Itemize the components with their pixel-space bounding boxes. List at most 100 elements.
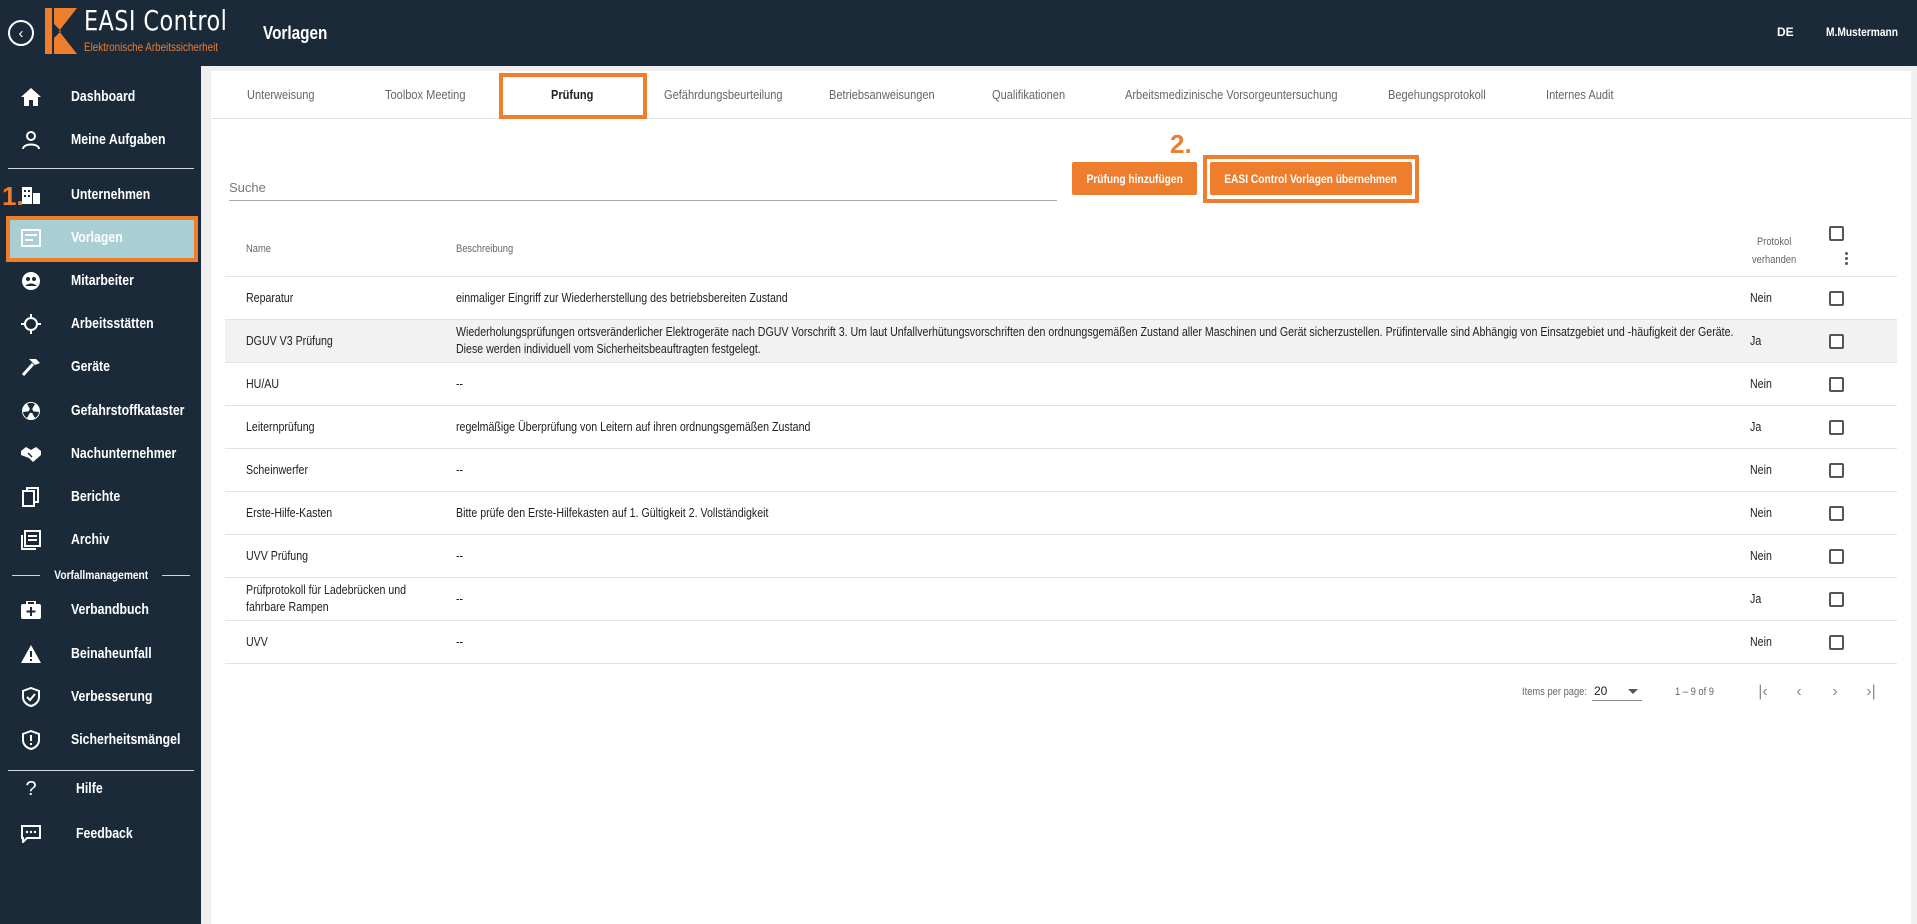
sidebar-item-dashboard[interactable]: Dashboard [0, 79, 201, 115]
user-menu[interactable]: M.Mustermann [1826, 25, 1898, 39]
sidebar-item-label: Sicherheitsmängel [71, 731, 181, 748]
row-checkbox[interactable] [1829, 334, 1844, 349]
row-checkbox[interactable] [1829, 291, 1844, 306]
sidebar-item-label: Verbandbuch [71, 601, 149, 618]
sidebar-item-meine-aufgaben[interactable]: Meine Aufgaben [0, 122, 201, 158]
sidebar: Dashboard Meine Aufgaben Unternehmen Vor… [0, 66, 201, 924]
row-checkbox[interactable] [1829, 592, 1844, 607]
sidebar-item-label: Beinaheunfall [71, 645, 152, 662]
cell-protocol: Nein [1750, 291, 1772, 305]
column-header-protocol-line2: verhanden [1752, 254, 1797, 266]
crosshair-icon [20, 313, 42, 335]
cell-name: Leiternprüfung [246, 420, 315, 434]
row-checkbox[interactable] [1829, 635, 1844, 650]
items-per-page-label: Items per page: [1522, 686, 1587, 698]
sidebar-item-feedback[interactable]: Feedback [0, 816, 201, 852]
next-page-icon[interactable]: › [1823, 680, 1847, 704]
adopt-templates-button[interactable]: EASI Control Vorlagen übernehmen [1210, 162, 1412, 195]
table-row[interactable]: Leiternprüfung regelmäßige Überprüfung v… [225, 406, 1897, 449]
last-page-icon[interactable]: ›| [1859, 680, 1883, 704]
table-row[interactable]: Scheinwerfer -- Nein [225, 449, 1897, 492]
row-checkbox[interactable] [1829, 549, 1844, 564]
table-row[interactable]: HU/AU -- Nein [225, 363, 1897, 406]
language-selector[interactable]: DE [1777, 25, 1794, 39]
cell-description: regelmäßige Überprüfung von Leitern auf … [456, 420, 811, 434]
table-row[interactable]: DGUV V3 Prüfung Wiederholungsprüfungen o… [225, 320, 1897, 363]
home-icon [20, 86, 42, 108]
sidebar-item-mitarbeiter[interactable]: Mitarbeiter [0, 263, 201, 299]
content-card: Unterweisung Toolbox Meeting Prüfung Gef… [211, 71, 1911, 924]
tab-qualifikationen[interactable]: Qualifikationen [992, 87, 1065, 102]
sidebar-item-label: Meine Aufgaben [71, 131, 166, 148]
section-title-vorfallmanagement: Vorfallmanagement [12, 568, 191, 582]
cell-protocol: Ja [1750, 420, 1762, 434]
sidebar-item-verbesserung[interactable]: Verbesserung [0, 679, 201, 715]
cell-description: -- [456, 635, 464, 649]
table-row[interactable]: Reparatur einmaliger Eingriff zur Wieder… [225, 277, 1897, 320]
sidebar-item-unternehmen[interactable]: Unternehmen [0, 177, 201, 213]
column-header-description[interactable]: Beschreibung [456, 243, 513, 255]
previous-page-icon[interactable]: ‹ [1787, 680, 1811, 704]
tab-toolbox-meeting[interactable]: Toolbox Meeting [385, 87, 465, 102]
cell-protocol: Nein [1750, 377, 1772, 391]
row-checkbox[interactable] [1829, 377, 1844, 392]
table-row[interactable]: UVV -- Nein [225, 621, 1897, 664]
shield-check-icon [20, 686, 42, 708]
tab-internes-audit[interactable]: Internes Audit [1546, 87, 1614, 102]
sidebar-item-verbandbuch[interactable]: Verbandbuch [0, 592, 201, 628]
first-page-icon[interactable]: |‹ [1751, 680, 1775, 704]
sidebar-item-label: Verbesserung [71, 688, 153, 705]
column-header-protocol-line1: Protokol [1757, 236, 1792, 248]
top-bar: ‹ EASI Control Elektronische Arbeitssich… [0, 0, 1917, 66]
add-pruefung-button[interactable]: Prüfung hinzufügen [1072, 162, 1197, 195]
sidebar-item-gefahrstoffkataster[interactable]: Gefahrstoffkataster [0, 393, 201, 429]
dropdown-arrow-icon [1628, 689, 1638, 694]
tab-pruefung[interactable]: Prüfung [551, 87, 593, 102]
sidebar-item-label: Arbeitsstätten [71, 315, 154, 332]
sidebar-item-geraete[interactable]: Geräte [0, 349, 201, 385]
cell-name: Scheinwerfer [246, 463, 309, 477]
tab-begehungsprotokoll[interactable]: Begehungsprotokoll [1388, 87, 1486, 102]
row-checkbox[interactable] [1829, 463, 1844, 478]
sidebar-item-vorlagen[interactable]: Vorlagen [10, 220, 195, 258]
documents-icon [20, 486, 42, 508]
adopt-templates-button-label: EASI Control Vorlagen übernehmen [1224, 171, 1398, 186]
sidebar-item-archiv[interactable]: Archiv [0, 522, 201, 558]
cell-description: -- [456, 592, 464, 606]
sidebar-item-label: Nachunternehmer [71, 445, 177, 462]
sidebar-item-label: Mitarbeiter [71, 272, 134, 289]
page-size-select[interactable]: 20 [1592, 683, 1642, 701]
question-icon: ? [25, 777, 37, 800]
sidebar-item-beinaheunfall[interactable]: Beinaheunfall [0, 636, 201, 672]
cell-name: UVV Prüfung [246, 549, 309, 563]
cell-name: Erste-Hilfe-Kasten [246, 506, 333, 520]
search-input[interactable] [229, 175, 1057, 201]
tab-gefaehrdungsbeurteilung[interactable]: Gefährdungsbeurteilung [664, 87, 783, 102]
sidebar-item-arbeitsstaetten[interactable]: Arbeitsstätten [0, 306, 201, 342]
sidebar-item-berichte[interactable]: Berichte [0, 479, 201, 515]
sidebar-item-nachunternehmer[interactable]: Nachunternehmer [0, 436, 201, 472]
select-all-checkbox[interactable] [1829, 226, 1844, 241]
row-checkbox[interactable] [1829, 420, 1844, 435]
sidebar-item-hilfe[interactable]: ? Hilfe [0, 771, 201, 807]
sidebar-item-sicherheitsmaengel[interactable]: Sicherheitsmängel [0, 722, 201, 758]
person-icon [20, 129, 42, 151]
logo-title: EASI Control [84, 4, 228, 37]
column-header-name[interactable]: Name [246, 243, 271, 255]
table-row[interactable]: Erste-Hilfe-Kasten Bitte prüfe den Erste… [225, 492, 1897, 535]
tab-arbeitsmedizinische-vorsorgeuntersuchung[interactable]: Arbeitsmedizinische Vorsorgeuntersuchung [1125, 87, 1338, 102]
divider [8, 168, 194, 169]
table-row[interactable]: UVV Prüfung -- Nein [225, 535, 1897, 578]
first-aid-icon [20, 599, 42, 621]
tab-unterweisung[interactable]: Unterweisung [247, 87, 315, 102]
row-checkbox[interactable] [1829, 506, 1844, 521]
more-options-icon[interactable] [1845, 252, 1849, 267]
cell-description: einmaliger Eingriff zur Wiederherstellun… [456, 291, 788, 305]
table-row[interactable]: Prüfprotokoll für Ladebrücken und fahrba… [225, 578, 1897, 621]
step-2-annotation: 2. [1170, 129, 1192, 159]
tab-betriebsanweisungen[interactable]: Betriebsanweisungen [829, 87, 935, 102]
cell-protocol: Nein [1750, 549, 1772, 563]
cell-protocol: Ja [1750, 592, 1762, 606]
back-arrow-icon[interactable]: ‹ [8, 20, 34, 46]
sidebar-item-label: Geräte [71, 358, 110, 375]
